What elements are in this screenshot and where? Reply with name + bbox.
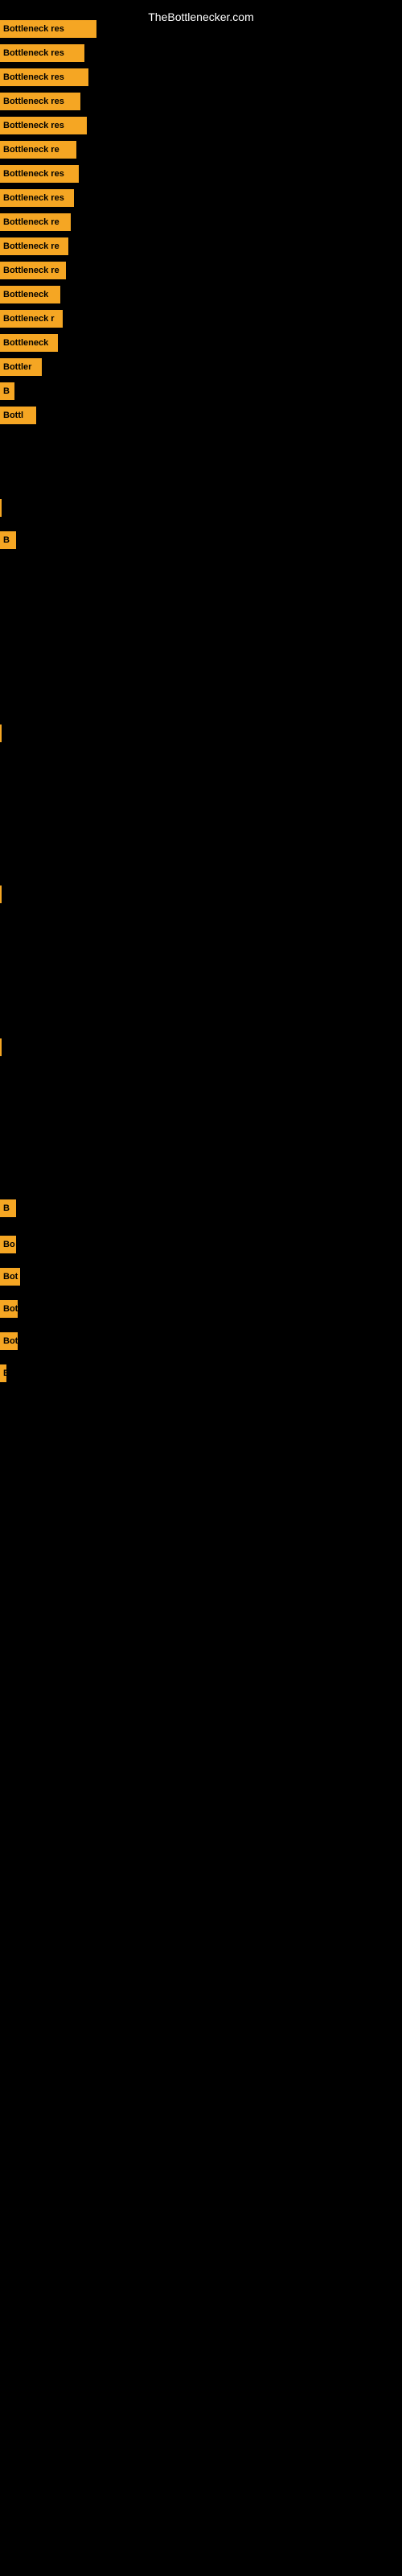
bottleneck-bar-1[interactable]: Bottleneck res — [0, 44, 84, 62]
bottleneck-bar-0[interactable]: Bottleneck res — [0, 20, 96, 38]
bottleneck-bar-16[interactable]: Bottl — [0, 407, 36, 424]
bottleneck-bar-7[interactable]: Bottleneck res — [0, 189, 74, 207]
bottleneck-bar-25[interactable]: Bot — [0, 1300, 18, 1318]
bottleneck-line-21 — [0, 1038, 2, 1056]
bottleneck-bar-18[interactable]: B — [0, 531, 16, 549]
bottleneck-bar-14[interactable]: Bottler — [0, 358, 42, 376]
bottleneck-line-20 — [0, 886, 2, 903]
bottleneck-bar-13[interactable]: Bottleneck — [0, 334, 58, 352]
bottleneck-bar-15[interactable]: B — [0, 382, 14, 400]
bottleneck-bar-5[interactable]: Bottleneck re — [0, 141, 76, 159]
bottleneck-bar-8[interactable]: Bottleneck re — [0, 213, 71, 231]
bottleneck-bar-2[interactable]: Bottleneck res — [0, 68, 88, 86]
bottleneck-bar-3[interactable]: Bottleneck res — [0, 93, 80, 110]
bottleneck-line-19 — [0, 724, 2, 742]
bottleneck-bar-24[interactable]: Bot — [0, 1268, 20, 1286]
bottleneck-bar-6[interactable]: Bottleneck res — [0, 165, 79, 183]
bottleneck-bar-9[interactable]: Bottleneck re — [0, 237, 68, 255]
bottleneck-bar-23[interactable]: Bo — [0, 1236, 16, 1253]
bottleneck-bar-10[interactable]: Bottleneck re — [0, 262, 66, 279]
bottleneck-bar-4[interactable]: Bottleneck res — [0, 117, 87, 134]
bottleneck-line-17 — [0, 499, 2, 517]
bottleneck-bar-11[interactable]: Bottleneck — [0, 286, 60, 303]
bottleneck-bar-12[interactable]: Bottleneck r — [0, 310, 63, 328]
bottleneck-bar-22[interactable]: B — [0, 1199, 16, 1217]
bottleneck-bar-26[interactable]: Bott — [0, 1332, 18, 1350]
bottleneck-bar-27[interactable]: B — [0, 1364, 6, 1382]
